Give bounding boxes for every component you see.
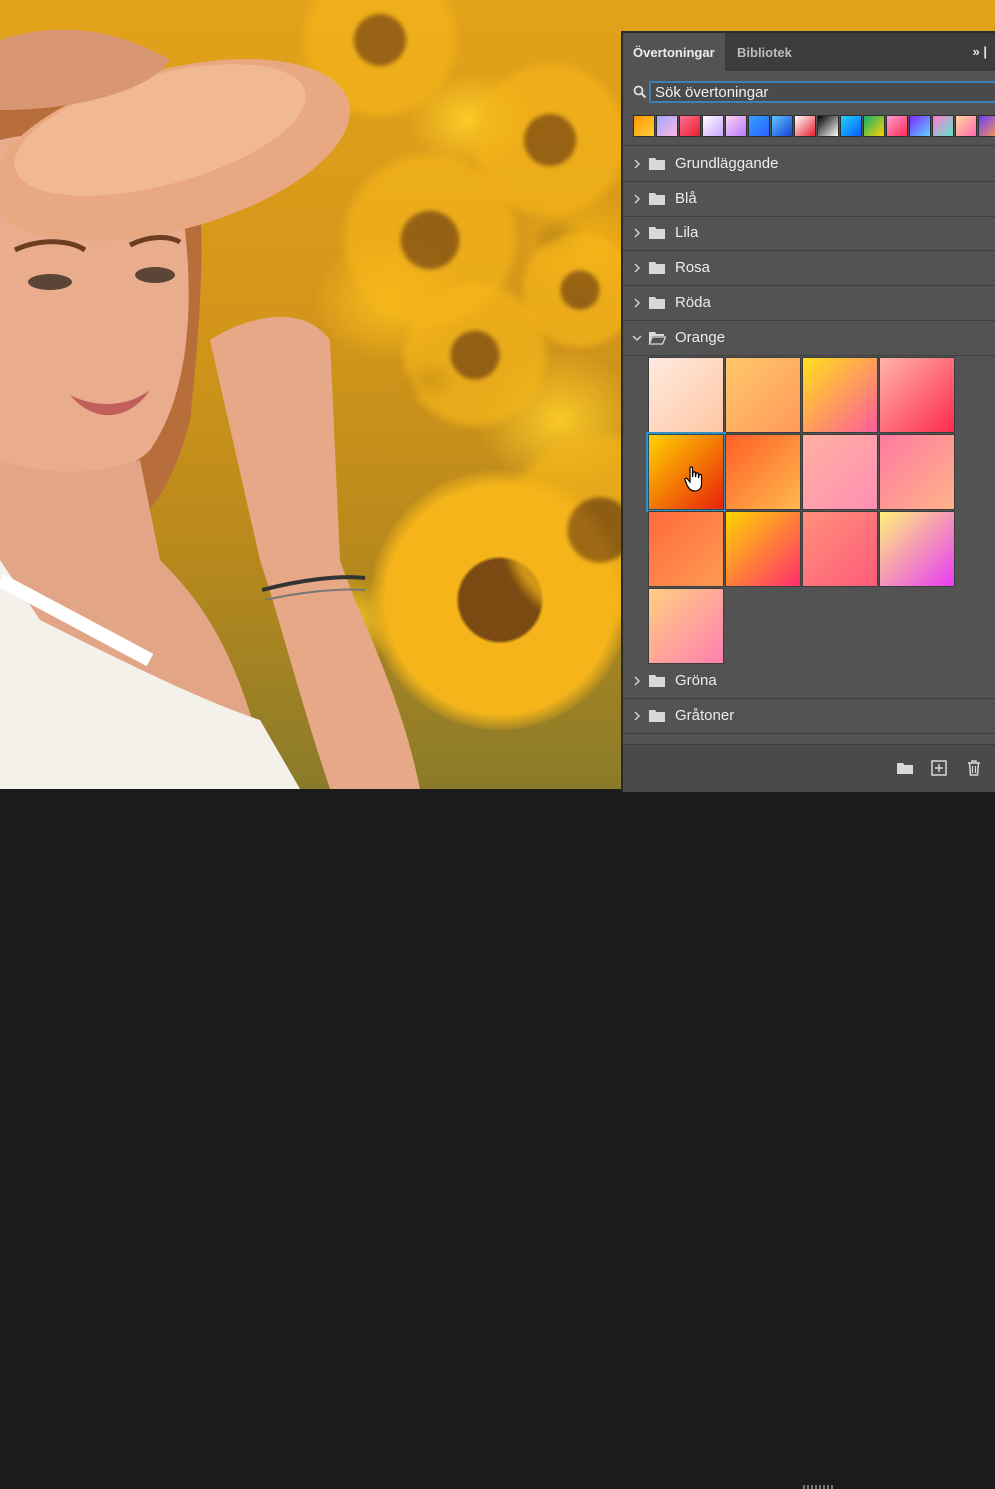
new-folder-icon[interactable] xyxy=(896,759,914,777)
folder-icon xyxy=(649,158,665,170)
recent-gradients xyxy=(633,115,995,137)
chevron-right-icon[interactable] xyxy=(632,709,642,723)
recent-gradient-swatch[interactable] xyxy=(794,115,816,137)
gradient-tile[interactable] xyxy=(648,588,724,664)
gradient-tile[interactable] xyxy=(648,357,724,433)
search-input[interactable] xyxy=(651,83,995,101)
folder-row-top-1[interactable]: Blå xyxy=(623,182,995,217)
folder-icon xyxy=(649,227,665,240)
folder-icon xyxy=(649,262,665,275)
folder-label: Blå xyxy=(675,189,697,207)
gradient-tile[interactable] xyxy=(802,511,878,587)
folder-label: Gråtoner xyxy=(675,707,735,724)
folder-icon xyxy=(649,296,665,309)
recent-gradient-swatch[interactable] xyxy=(633,115,655,137)
recent-gradient-swatch[interactable] xyxy=(702,115,724,137)
folder-label: Rosa xyxy=(675,259,711,277)
gradient-tile[interactable] xyxy=(879,434,955,510)
recent-gradient-swatch[interactable] xyxy=(771,115,793,137)
folder-label: Lila xyxy=(675,224,699,242)
recent-gradient-swatch[interactable] xyxy=(909,115,931,137)
folder-row-top-5[interactable]: Orange xyxy=(623,321,995,356)
folder-label: Gröna xyxy=(675,672,717,689)
recent-gradient-swatch[interactable] xyxy=(656,115,678,137)
woman-figure xyxy=(0,29,420,789)
double-chevron-right-icon[interactable]: » | xyxy=(973,33,987,71)
search-icon xyxy=(633,85,647,99)
chevron-right-icon[interactable] xyxy=(632,157,642,171)
folder-row-top-3[interactable]: Rosa xyxy=(623,251,995,287)
chevron-right-icon[interactable] xyxy=(632,226,642,240)
chevron-right-icon[interactable] xyxy=(632,674,642,688)
gradients-panel: Övertoningar Bibliotek » | Grundläggande… xyxy=(621,31,995,1489)
recent-gradient-swatch[interactable] xyxy=(725,115,747,137)
recent-gradient-swatch[interactable] xyxy=(978,115,995,137)
folder-icon xyxy=(649,192,665,205)
panel-tabbar: Övertoningar Bibliotek » | xyxy=(623,33,995,71)
recent-gradient-swatch[interactable] xyxy=(817,115,839,137)
gradient-tile[interactable] xyxy=(725,357,801,433)
folder-label: Grundläggande xyxy=(675,155,779,172)
recent-gradient-swatch[interactable] xyxy=(840,115,862,137)
gradient-tile[interactable] xyxy=(725,511,801,587)
folder-open-icon xyxy=(648,331,666,345)
chevron-down-icon[interactable] xyxy=(632,331,642,345)
add-gradient-icon[interactable] xyxy=(930,759,948,777)
recent-gradient-swatch[interactable] xyxy=(748,115,770,137)
recent-gradient-swatch[interactable] xyxy=(932,115,954,137)
gradient-tile[interactable] xyxy=(802,357,878,433)
gradient-tile[interactable] xyxy=(802,434,878,510)
tab-gradients[interactable]: Övertoningar xyxy=(623,33,725,71)
recent-gradient-swatch[interactable] xyxy=(863,115,885,137)
folder-icon xyxy=(649,710,665,722)
chevron-right-icon[interactable] xyxy=(632,261,642,275)
recent-gradient-swatch[interactable] xyxy=(679,115,701,137)
tab-libraries[interactable]: Bibliotek xyxy=(727,33,802,71)
folder-row-top-4[interactable]: Röda xyxy=(623,286,995,321)
folder-row-bottom-0[interactable]: Gröna xyxy=(623,664,995,699)
divider xyxy=(623,145,995,146)
gradient-tile[interactable] xyxy=(725,434,801,510)
gradient-tile[interactable] xyxy=(648,511,724,587)
panel-footer xyxy=(623,744,995,1489)
hand-cursor-icon xyxy=(684,466,703,492)
chevron-right-icon[interactable] xyxy=(632,296,642,310)
folder-row-top-2[interactable]: Lila xyxy=(623,216,995,252)
recent-gradient-swatch[interactable] xyxy=(955,115,977,137)
folder-label: Orange xyxy=(675,328,726,346)
folder-label: Röda xyxy=(675,293,711,311)
search-row xyxy=(623,79,995,105)
folder-icon xyxy=(649,675,665,687)
gradient-tile[interactable] xyxy=(879,511,955,587)
recent-gradient-swatch[interactable] xyxy=(886,115,908,137)
folder-row-bottom-1[interactable]: Gråtoner xyxy=(623,699,995,734)
gradient-tile[interactable] xyxy=(879,357,955,433)
trash-icon[interactable] xyxy=(965,759,983,777)
folder-row-top-0[interactable]: Grundläggande xyxy=(623,147,995,182)
chevron-right-icon[interactable] xyxy=(632,192,642,206)
resize-grip[interactable] xyxy=(803,1485,833,1489)
